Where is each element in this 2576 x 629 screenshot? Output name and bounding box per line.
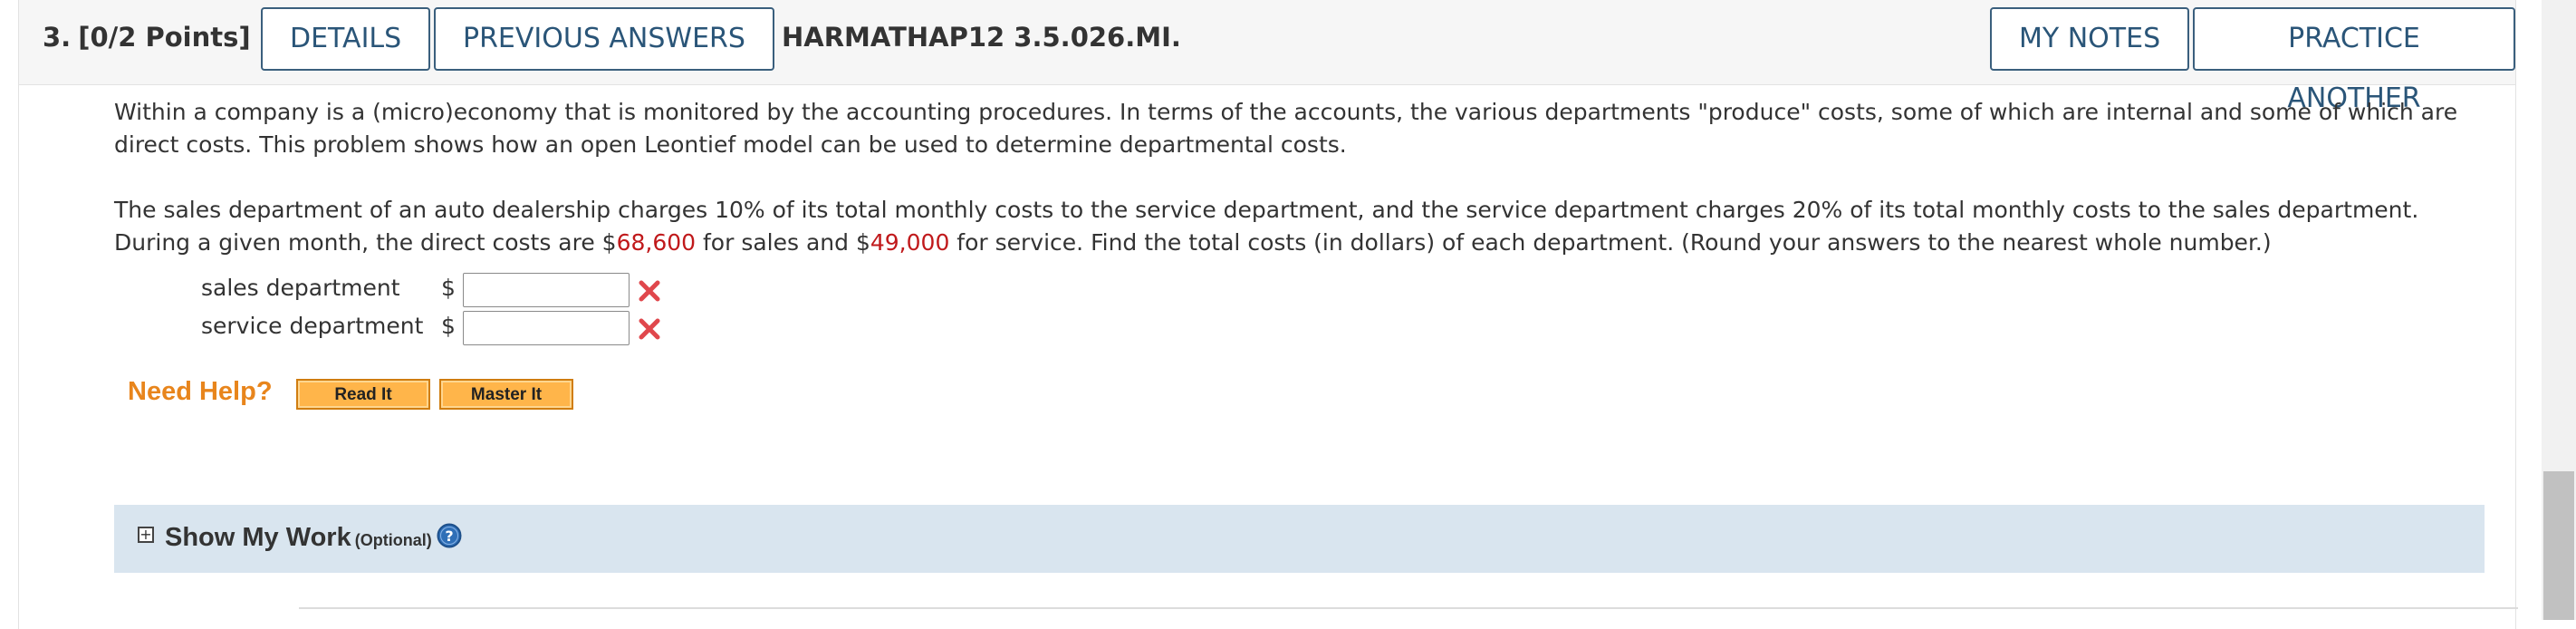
practice-another-button[interactable]: PRACTICE ANOTHER (2193, 7, 2515, 114)
need-help-label: Need Help? (128, 377, 273, 406)
previous-answers-button[interactable]: PREVIOUS ANSWERS (434, 7, 774, 71)
sales-direct-cost: 68,600 (616, 229, 697, 256)
service-department-label: service department (201, 313, 424, 339)
problem-text-c: for service. Find the total costs (in do… (949, 229, 2272, 256)
show-my-work-panel[interactable]: + Show My Work (Optional) ? (114, 505, 2485, 573)
sales-department-label: sales department (201, 275, 400, 301)
problem-text-b: for sales and $ (696, 229, 870, 256)
optional-label: (Optional) (354, 531, 432, 549)
question-number: 3. [0/2 Points] (43, 22, 251, 53)
show-my-work-title[interactable]: Show My Work (Optional) (165, 523, 432, 553)
question-header: 3. [0/2 Points] DETAILS PREVIOUS ANSWERS … (18, 0, 2516, 114)
question-code: HARMATHAP12 3.5.026.MI. (782, 22, 1181, 53)
question-circle-icon[interactable]: ? (437, 523, 462, 548)
sales-department-input[interactable] (463, 273, 630, 307)
my-notes-button[interactable]: MY NOTES (1990, 7, 2190, 71)
details-button[interactable]: DETAILS (261, 7, 431, 71)
show-my-work-label: Show My Work (165, 523, 351, 552)
service-currency-symbol: $ (441, 313, 456, 339)
scrollbar-thumb[interactable] (2543, 471, 2574, 620)
plus-box-icon[interactable]: + (138, 527, 154, 543)
x-mark-icon (639, 280, 660, 302)
service-department-input[interactable] (463, 311, 630, 345)
section-divider (299, 607, 2518, 609)
problem-intro: Within a company is a (micro)economy tha… (114, 99, 2458, 158)
problem-statement: The sales department of an auto dealersh… (114, 194, 2487, 259)
points-label: [0/2 Points] (78, 22, 251, 53)
master-it-button[interactable]: Master It (439, 379, 573, 410)
service-direct-cost: 49,000 (870, 229, 950, 256)
sales-currency-symbol: $ (441, 275, 456, 301)
x-mark-icon (639, 318, 660, 340)
question-number-label: 3. (43, 22, 72, 53)
help-question-glyph: ? (445, 527, 453, 545)
read-it-button[interactable]: Read It (296, 379, 430, 410)
